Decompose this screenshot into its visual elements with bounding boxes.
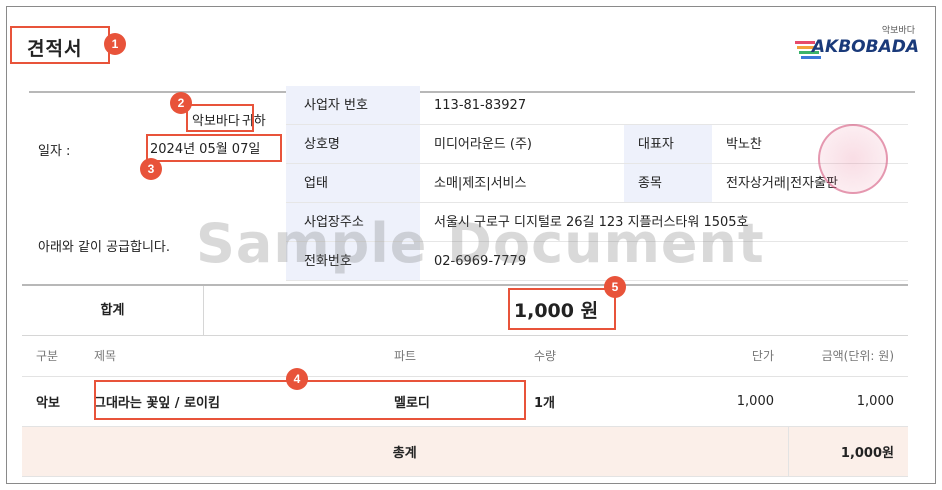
header-part: 파트 [380,336,520,377]
date-label: 일자 : [38,144,71,159]
supplier-row-business-type: 업태 소매|제조|서비스 종목 전자상거래|전자출판 [286,164,908,203]
item-title: 그대라는 꽃잎 / 로이킴 [80,376,380,427]
akbobada-logo: 악보바다 AKBOBADA [789,21,919,69]
annotation-marker-2: 2 [170,92,192,114]
item-amount: 1,000 [788,376,908,427]
business-number-label: 사업자 번호 [286,86,420,124]
header-unit-price: 단가 [670,336,788,377]
supply-note: 아래와 같이 공급합니다. [38,240,170,255]
total-amount: 1,000 원 [513,300,599,322]
header-title: 제목 [80,336,380,377]
sum-label: 총계 [22,426,788,477]
company-seal-stamp [818,124,888,194]
document-title: 견적서 [27,38,83,60]
table-row: 악보 그대라는 꽃잎 / 로이킴 멜로디 1개 1,000 1,000 [22,376,908,427]
sum-row: 총계 1,000원 [22,426,908,477]
sum-value: 1,000원 [787,426,908,477]
annotation-marker-3: 3 [140,158,162,180]
supplier-row-company: 상호명 미디어라운드 (주) 대표자 박노찬 [286,125,908,164]
item-unit-price: 1,000 [670,376,788,427]
logo-korean-text: 악보바다 [881,26,915,36]
addressee-suffix: 귀하 [241,114,266,129]
logo-wordmark: AKBOBADA [811,37,919,57]
item-quantity: 1개 [520,376,670,427]
business-type-value: 소매|제조|서비스 [434,176,527,191]
representative-label: 대표자 [624,125,712,163]
header-amount: 금액(단위: 원) [788,336,908,377]
addressee-line: 악보바다 귀하 [190,110,266,129]
company-name-label: 상호명 [286,125,420,163]
item-category: 악보 [22,376,80,427]
annotation-marker-4: 4 [286,368,308,390]
header-quantity: 수량 [520,336,670,377]
business-type-label: 업태 [286,164,420,202]
supplier-row-business-number: 사업자 번호 113-81-83927 [286,86,908,125]
total-value: 1,000 원 [204,286,908,335]
total-summary: 합계 1,000 원 [22,284,908,336]
items-table: 구분 제목 파트 수량 단가 금액(단위: 원) 악보 그대라는 꽃잎 / 로이… [22,336,908,477]
business-item-label: 종목 [624,164,712,202]
annotation-marker-1: 1 [104,33,126,55]
date-value: 2024년 05월 07일 [150,142,261,157]
company-name-value: 미디어라운드 (주) [434,137,532,152]
total-label: 합계 [22,286,204,335]
items-header-row: 구분 제목 파트 수량 단가 금액(단위: 원) [22,336,908,377]
business-number-value: 113-81-83927 [434,98,527,113]
annotation-marker-5: 5 [604,276,626,298]
sample-watermark: Sample Document [196,212,765,275]
addressee-name: 악보바다 [192,114,240,129]
item-part: 멜로디 [380,376,520,427]
header-category: 구분 [22,336,80,377]
